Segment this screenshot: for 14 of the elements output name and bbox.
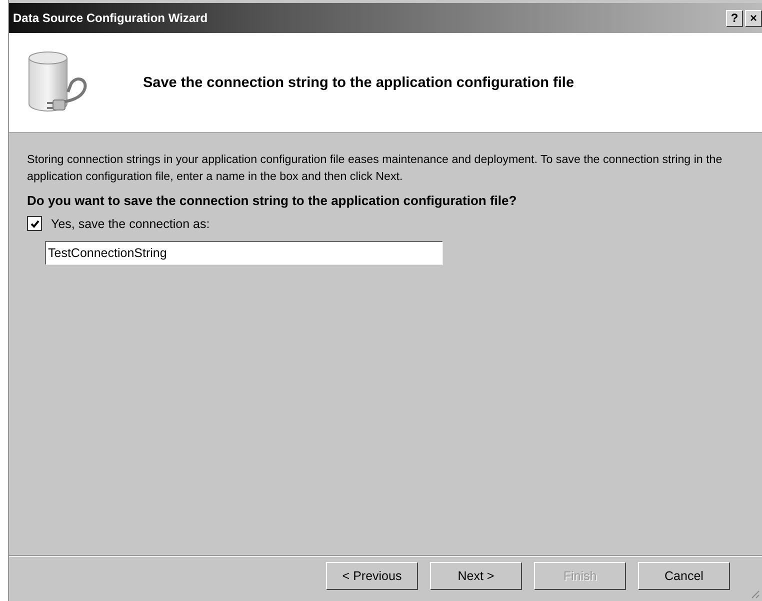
wizard-button[interactable]: Next > [430,562,522,590]
question-text: Do you want to save the connection string to the application configuration file? [27,193,518,208]
wizard-button[interactable]: Cancel [638,562,730,590]
check-icon [30,218,40,228]
checkbox[interactable] [27,216,42,231]
page-heading: Save the connection string to the application configuration file [143,74,574,90]
wizard-button[interactable]: < Previous [326,562,418,590]
description-text: Storing connection strings in your application configuration file eases maintenance and deployment. To save the connection string in the application configuration file, enter a name in the box and then click Next. [27,152,724,185]
help-button[interactable]: ? [726,10,743,26]
input-field[interactable]: TestConnectionString [45,241,443,265]
close-button[interactable]: × [745,10,762,26]
resize-grip-icon[interactable] [750,589,760,599]
window-title: Data Source Configuration Wizard [13,11,208,25]
checkbox-label[interactable]: Yes, save the connection as: [51,216,210,230]
